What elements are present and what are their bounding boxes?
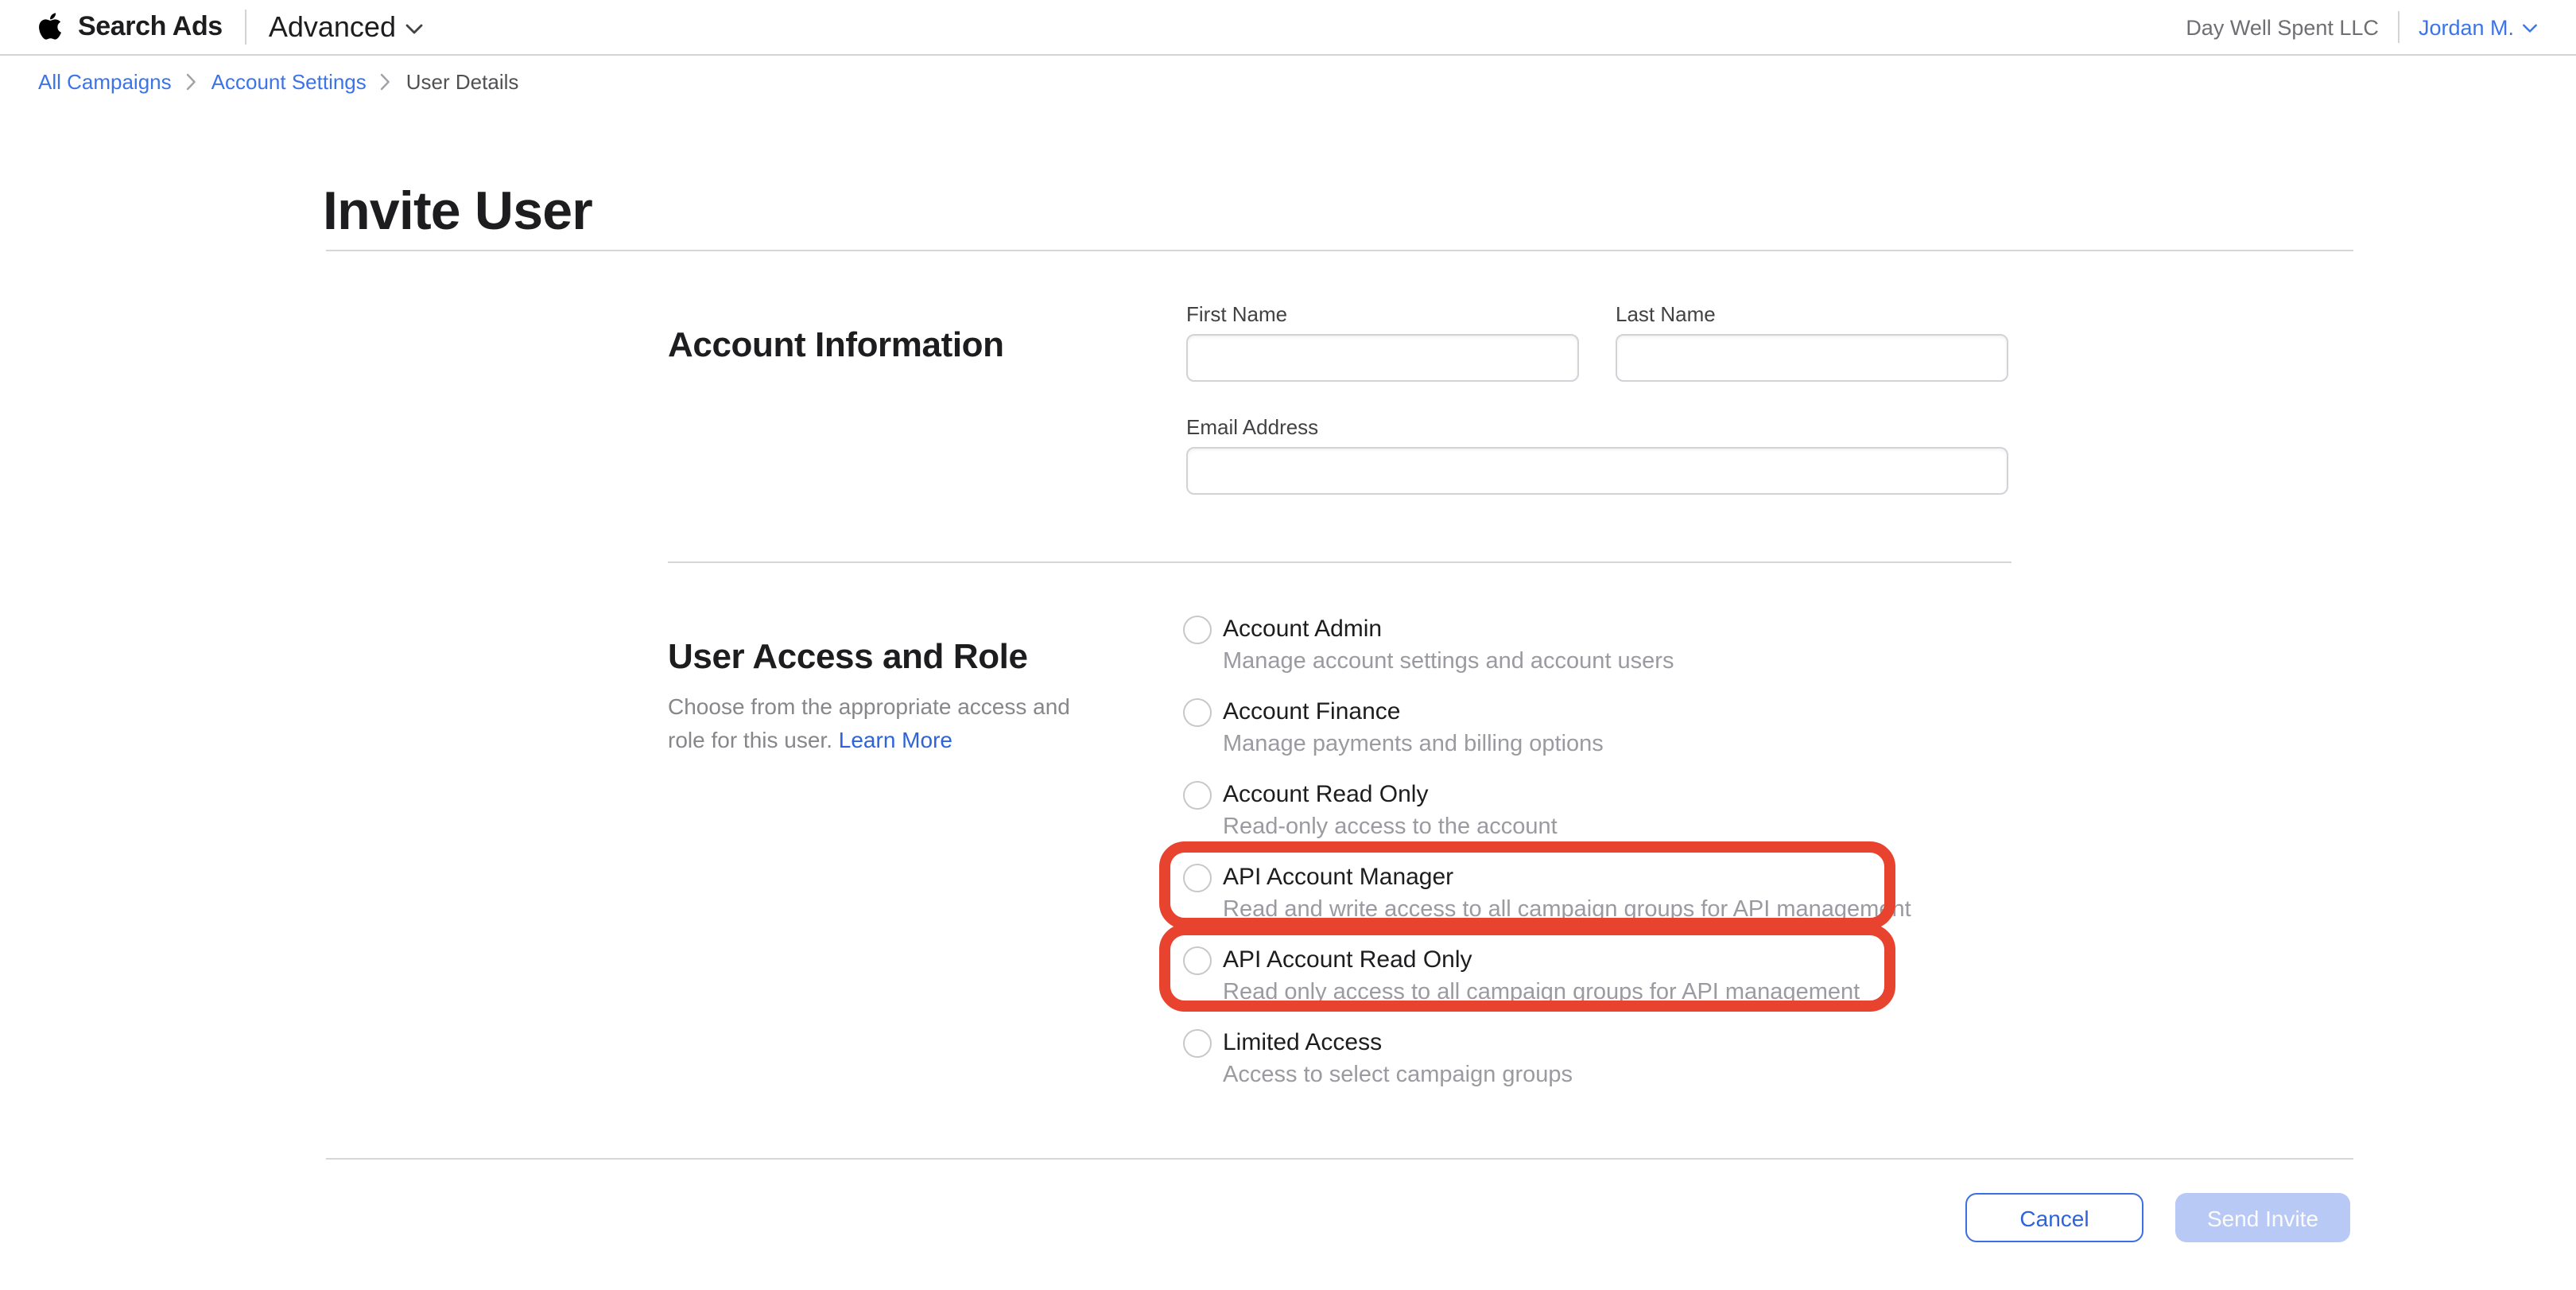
radio-button[interactable]: [1183, 698, 1212, 727]
role-option-description: Read-only access to the account: [1223, 811, 1558, 843]
chevron-right-icon: [186, 73, 197, 91]
breadcrumb-item-user-details: User Details: [406, 69, 519, 93]
learn-more-link[interactable]: Learn More: [839, 727, 952, 752]
breadcrumb-item-all-campaigns[interactable]: All Campaigns: [38, 69, 172, 93]
divider: [326, 1158, 2353, 1160]
first-name-field[interactable]: [1186, 334, 1579, 382]
nav-divider: [2398, 11, 2399, 43]
radio-button[interactable]: [1183, 781, 1212, 810]
role-option-account-finance[interactable]: Account Finance Manage payments and bill…: [1183, 697, 1946, 760]
account-information-heading: Account Information: [668, 325, 1004, 367]
role-option-label: API Account Manager: [1223, 862, 1911, 894]
role-option-label: API Account Read Only: [1223, 945, 1860, 977]
role-option-description: Access to select campaign groups: [1223, 1059, 1573, 1091]
radio-button[interactable]: [1183, 616, 1212, 644]
role-option-description: Read only access to all campaign groups …: [1223, 977, 1860, 1008]
top-nav: Search Ads Advanced Day Well Spent LLC J…: [0, 0, 2576, 56]
first-name-label: First Name: [1186, 302, 1287, 326]
user-access-description: Choose from the appropriate access and r…: [668, 690, 1078, 757]
role-option-limited-access[interactable]: Limited Access Access to select campaign…: [1183, 1028, 1946, 1091]
role-option-description: Manage payments and billing options: [1223, 729, 1604, 760]
role-option-description: Manage account settings and account user…: [1223, 646, 1674, 678]
radio-button[interactable]: [1183, 864, 1212, 892]
radio-button[interactable]: [1183, 946, 1212, 975]
email-label: Email Address: [1186, 415, 1318, 439]
top-nav-left: Search Ads Advanced: [38, 10, 423, 45]
role-option-label: Account Finance: [1223, 697, 1604, 729]
user-menu-label: Jordan M.: [2419, 15, 2514, 39]
breadcrumb-item-account-settings[interactable]: Account Settings: [211, 69, 367, 93]
chevron-down-icon: [2522, 24, 2538, 33]
role-option-account-read-only[interactable]: Account Read Only Read-only access to th…: [1183, 779, 1946, 843]
page-title: Invite User: [323, 180, 592, 243]
apple-logo-icon: [38, 10, 62, 41]
last-name-field[interactable]: [1616, 334, 2008, 382]
role-option-account-admin[interactable]: Account Admin Manage account settings an…: [1183, 614, 1946, 678]
last-name-label: Last Name: [1616, 302, 1716, 326]
role-option-api-account-manager[interactable]: API Account Manager Read and write acces…: [1183, 862, 1946, 926]
divider: [326, 250, 2353, 251]
nav-divider: [245, 10, 246, 45]
chevron-down-icon: [405, 23, 423, 34]
role-option-label: Account Read Only: [1223, 779, 1558, 811]
divider: [668, 561, 2012, 563]
cancel-button[interactable]: Cancel: [1965, 1193, 2143, 1242]
role-option-label: Limited Access: [1223, 1028, 1573, 1059]
role-options-list: Account Admin Manage account settings an…: [1183, 614, 1946, 1110]
send-invite-button[interactable]: Send Invite: [2175, 1193, 2350, 1242]
top-nav-right: Day Well Spent LLC Jordan M.: [2186, 11, 2538, 43]
user-menu[interactable]: Jordan M.: [2419, 15, 2538, 39]
breadcrumb: All Campaigns Account Settings User Deta…: [0, 56, 2576, 107]
role-option-label: Account Admin: [1223, 614, 1674, 646]
email-field[interactable]: [1186, 447, 2008, 495]
chevron-right-icon: [381, 73, 392, 91]
advanced-menu-label: Advanced: [269, 10, 396, 44]
radio-button[interactable]: [1183, 1029, 1212, 1058]
org-name: Day Well Spent LLC: [2186, 15, 2379, 39]
role-option-description: Read and write access to all campaign gr…: [1223, 894, 1911, 926]
user-access-heading: User Access and Role: [668, 637, 1028, 678]
invite-user-page: Search Ads Advanced Day Well Spent LLC J…: [0, 0, 2576, 1290]
advanced-menu[interactable]: Advanced: [269, 10, 423, 44]
role-option-api-account-read-only[interactable]: API Account Read Only Read only access t…: [1183, 945, 1946, 1008]
brand-title: Search Ads: [78, 11, 223, 43]
